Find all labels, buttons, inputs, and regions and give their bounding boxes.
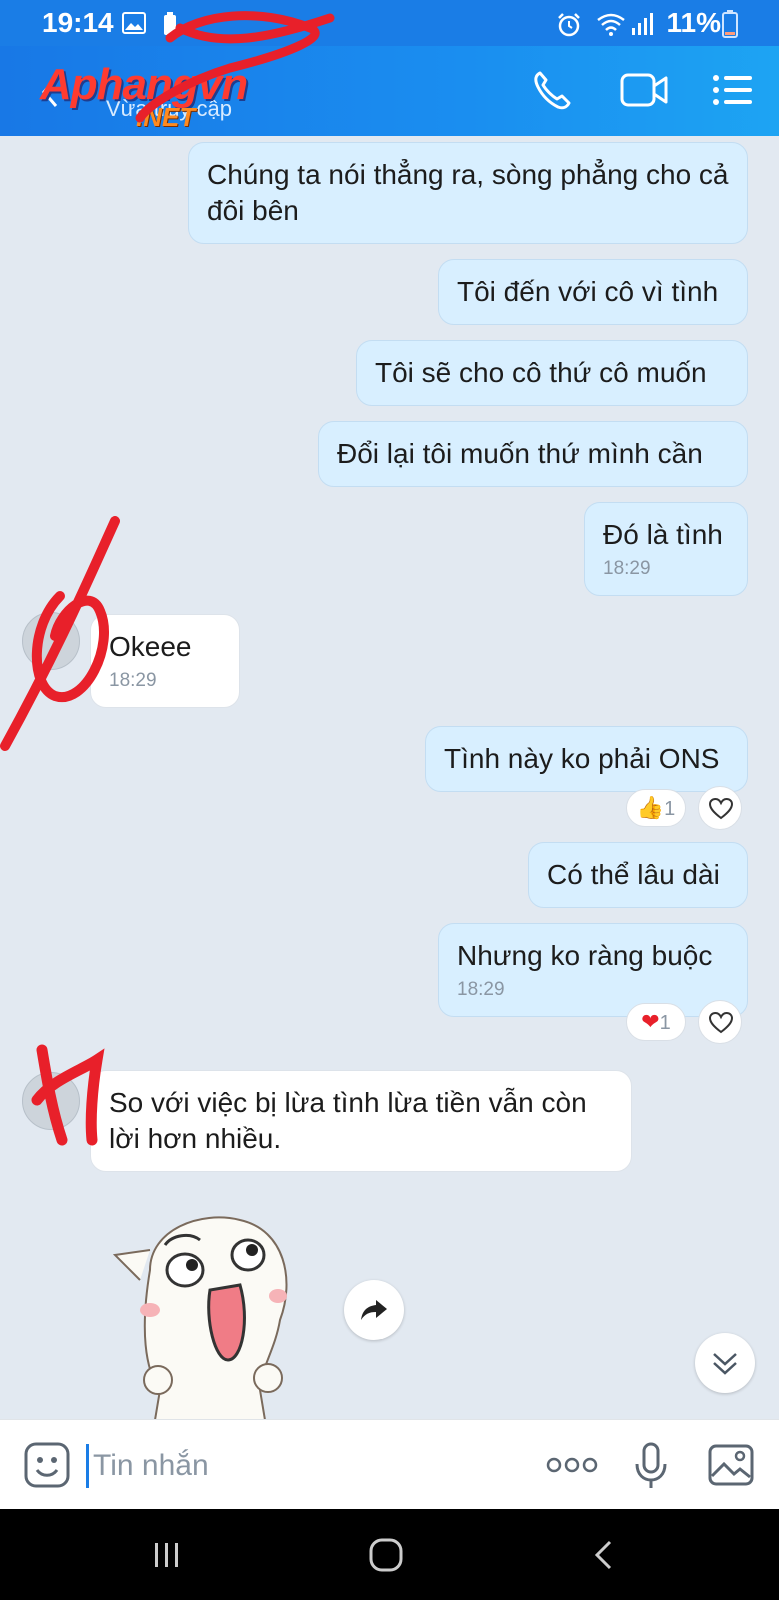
message-text: Nhưng ko ràng buộc	[457, 940, 713, 971]
menu-list-icon[interactable]	[712, 74, 752, 106]
message-bubble-sent[interactable]: Tình này ko phải ONS	[425, 726, 748, 792]
battery-icon	[722, 10, 738, 38]
more-options-icon[interactable]	[546, 1456, 598, 1474]
video-call-icon[interactable]	[620, 72, 668, 108]
gallery-icon	[122, 12, 146, 34]
watermark-logo-suffix: .NET	[136, 102, 196, 132]
image-gallery-icon[interactable]	[708, 1444, 754, 1486]
phone-call-icon[interactable]	[532, 70, 572, 110]
home-icon[interactable]	[368, 1537, 404, 1573]
message-bubble-sent[interactable]: Đó là tình 18:29	[584, 502, 748, 596]
reaction-count-value: 1	[659, 1012, 671, 1034]
wifi-icon	[597, 13, 625, 36]
back-nav-icon[interactable]	[592, 1539, 616, 1571]
microphone-icon[interactable]	[634, 1442, 668, 1490]
reaction-count[interactable]: ❤1	[626, 1003, 686, 1041]
message-timestamp: 18:29	[457, 979, 505, 1000]
message-bubble-received[interactable]: Okeee 18:29	[90, 614, 240, 708]
system-nav-bar	[0, 1509, 779, 1600]
message-bubble-sent[interactable]: Có thể lâu dài	[528, 842, 748, 908]
message-bubble-sent[interactable]: Đổi lại tôi muốn thứ mình cần	[318, 421, 748, 487]
message-text: Đổi lại tôi muốn thứ mình cần	[337, 438, 703, 469]
reaction-count-value: 1	[664, 798, 676, 820]
heart-outline-icon	[709, 1012, 733, 1034]
message-bubble-sent[interactable]: Tôi sẽ cho cô thứ cô muốn	[356, 340, 748, 406]
message-composer	[0, 1419, 779, 1509]
message-text: Chúng ta nói thẳng ra, sòng phẳng cho cả…	[207, 159, 729, 226]
emoji-sticker-icon[interactable]	[24, 1442, 70, 1488]
message-bubble-sent[interactable]: Nhưng ko ràng buộc 18:29	[438, 923, 748, 1017]
reaction-count[interactable]: 👍1	[626, 789, 686, 827]
signal-icon	[632, 13, 653, 35]
message-timestamp: 18:29	[109, 670, 157, 691]
react-button[interactable]	[698, 786, 742, 830]
forward-arrow-icon	[361, 1300, 387, 1320]
message-input[interactable]	[86, 1444, 506, 1488]
message-text: Đó là tình	[603, 519, 723, 550]
status-bar: 19:14 11%	[0, 0, 779, 46]
red-heart-icon: ❤	[641, 1009, 660, 1034]
message-bubble-received[interactable]: So với việc bị lừa tình lừa tiền vẫn còn…	[90, 1070, 632, 1172]
battery-percent: 11%	[666, 7, 722, 38]
message-text: Tôi đến với cô vì tình	[457, 276, 719, 307]
alarm-icon	[558, 13, 580, 37]
message-text: Tình này ko phải ONS	[444, 743, 720, 774]
status-time: 19:14	[42, 7, 114, 38]
message-text: Okeee	[109, 631, 192, 662]
battery-saver-icon	[164, 12, 176, 35]
scroll-to-bottom-button[interactable]	[695, 1333, 755, 1393]
contact-avatar[interactable]	[22, 612, 80, 670]
message-text: Tôi sẽ cho cô thứ cô muốn	[375, 357, 707, 388]
recent-apps-icon[interactable]	[152, 1541, 182, 1569]
react-button[interactable]	[698, 1000, 742, 1044]
double-chevron-down-icon	[713, 1353, 737, 1375]
heart-outline-icon	[709, 798, 733, 820]
thumbs-up-icon: 👍	[636, 795, 665, 820]
message-text: Có thể lâu dài	[547, 859, 720, 890]
chat-header: Vừa truy cập Aphangvn .NET	[0, 11, 779, 136]
message-bubble-sent[interactable]: Chúng ta nói thẳng ra, sòng phẳng cho cả…	[188, 142, 748, 244]
message-text: So với việc bị lừa tình lừa tiền vẫn còn…	[109, 1087, 587, 1154]
contact-avatar[interactable]	[22, 1072, 80, 1130]
message-list[interactable]: Chúng ta nói thẳng ra, sòng phẳng cho cả…	[0, 136, 779, 1420]
message-bubble-sent[interactable]: Tôi đến với cô vì tình	[438, 259, 748, 325]
message-timestamp: 18:29	[603, 558, 651, 579]
forward-button[interactable]	[344, 1280, 404, 1340]
sticker-image[interactable]	[110, 1210, 310, 1420]
